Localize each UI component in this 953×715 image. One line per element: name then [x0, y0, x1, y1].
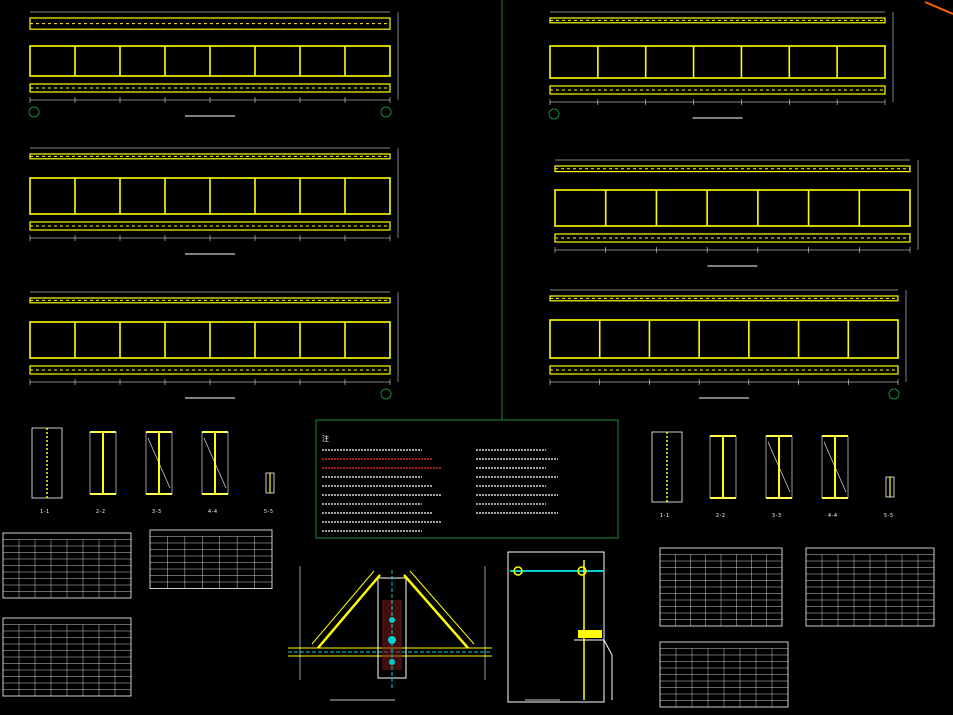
- corner-mark: [924, 1, 953, 15]
- section-label: 3-3: [152, 509, 161, 515]
- beam-mid-left-1: [29, 147, 399, 255]
- section-label: 2-2: [716, 513, 725, 519]
- beam-top-right: [548, 11, 894, 120]
- web-elevation: [549, 45, 886, 79]
- material-table: [805, 547, 935, 627]
- web-elevation: [549, 319, 899, 359]
- section-3-3: 3-3: [145, 431, 173, 515]
- bracing-joint-detail: [288, 566, 492, 701]
- section-4-4: 4-4: [821, 435, 849, 519]
- section-outline: [31, 427, 63, 499]
- section-5-5: 5-5: [264, 472, 275, 515]
- section-label: 4-4: [208, 509, 217, 515]
- section-details: 1-1 2-2 3-3 4-4 5-5 1-1 2-2 3-3 4-4 5-5: [31, 427, 895, 519]
- section-label: 5-5: [264, 509, 273, 515]
- material-tables: [2, 529, 935, 708]
- table-frame: [149, 529, 273, 589]
- grid-tag-right: [888, 388, 900, 400]
- material-table: [2, 617, 132, 697]
- beam-mid-right-1: [554, 159, 919, 267]
- beam-elevations: [28, 11, 919, 400]
- material-table: [2, 532, 132, 599]
- beam-top-left: [28, 11, 399, 118]
- material-table: [659, 641, 789, 708]
- section-4-4: 4-4: [201, 431, 229, 515]
- material-table: [149, 529, 273, 589]
- section-label: 4-4: [828, 513, 837, 519]
- notes-title: 注: [322, 434, 329, 443]
- section-1-1: 1-1: [651, 431, 683, 519]
- section-1-1: 1-1: [31, 427, 63, 515]
- beam-mid-left-2: [29, 291, 399, 400]
- section-label: 1-1: [660, 513, 669, 519]
- section-label: 5-5: [884, 513, 893, 519]
- grid-tag-right: [380, 388, 392, 400]
- section-5-5: 5-5: [884, 476, 895, 519]
- grid-tag-left: [28, 106, 40, 118]
- section-2-2: 2-2: [709, 435, 737, 519]
- section-3-3: 3-3: [765, 435, 793, 519]
- material-table: [659, 547, 783, 627]
- cad-drawing: 1-1 2-2 3-3 4-4 5-5 1-1 2-2 3-3 4-4 5-5 注: [2, 0, 953, 708]
- section-label: 3-3: [772, 513, 781, 519]
- section-label: 1-1: [40, 509, 49, 515]
- section-outline: [651, 431, 683, 503]
- notes-box: 注: [315, 419, 619, 539]
- notes-lines: [322, 449, 558, 532]
- web-elevation: [554, 189, 911, 227]
- column-base-detail: [507, 551, 613, 703]
- grid-tag-left: [548, 108, 560, 120]
- cad-drawing-canvas: 1-1 2-2 3-3 4-4 5-5 1-1 2-2 3-3 4-4 5-5 注: [0, 0, 953, 715]
- grid-tag-right: [380, 106, 392, 118]
- section-2-2: 2-2: [89, 431, 117, 515]
- section-label: 2-2: [96, 509, 105, 515]
- beam-mid-right-2: [549, 289, 907, 400]
